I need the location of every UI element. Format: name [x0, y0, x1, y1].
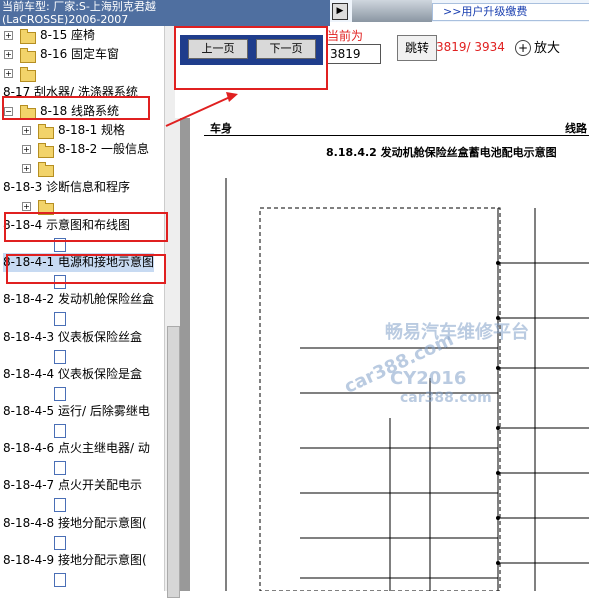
tree-item-label: 8-18-4-2 发动机舱保险丝盒 — [3, 292, 154, 307]
scrollbar-thumb[interactable] — [167, 326, 180, 598]
tree-item[interactable]: 8-18-4-9 接地分配示意图( — [0, 551, 168, 570]
expand-toggle-icon[interactable]: + — [4, 50, 13, 59]
annotation-box-nav — [174, 26, 328, 90]
upgrade-link[interactable]: >>用户升级缴费 — [432, 3, 589, 21]
tree-item[interactable] — [0, 384, 168, 403]
wiring-diagram — [225, 178, 589, 591]
folder-icon — [20, 48, 36, 63]
zoom-plus-icon: + — [515, 40, 531, 56]
document-icon — [54, 386, 66, 401]
annotation-box-tree-3 — [6, 254, 166, 284]
expand-toggle-icon[interactable]: + — [4, 31, 13, 40]
expand-toggle-icon[interactable]: + — [22, 202, 31, 211]
tree-item[interactable]: 8-18-3 诊断信息和程序 — [0, 178, 168, 197]
document-icon — [54, 424, 66, 438]
document-icon — [54, 461, 66, 476]
expand-toggle-icon[interactable]: + — [22, 126, 31, 135]
expand-arrow-button[interactable]: ▶ — [332, 3, 348, 20]
tree-item[interactable] — [0, 458, 168, 477]
expand-toggle-icon[interactable]: + — [4, 69, 13, 78]
vehicle-line-1: 当前车型: 厂家:S-上海别克君越 — [2, 0, 156, 13]
tree-item-label: 8-18-3 诊断信息和程序 — [3, 180, 131, 194]
tree-item[interactable]: +8-18-2 一般信息 — [0, 140, 168, 159]
banner-image — [352, 0, 432, 22]
tree-item-label: 8-18-4-3 仪表板保险丝盒 — [3, 329, 142, 344]
annotation-box-tree-1 — [2, 96, 150, 120]
tree-item[interactable]: 8-18-4-4 仪表板保险是盒 — [0, 365, 168, 384]
tree-item-label: 8-18-1 规格 — [58, 123, 126, 137]
jump-button[interactable]: 跳转 — [397, 35, 437, 61]
tree-item[interactable]: +8-15 座椅 — [0, 26, 168, 45]
zoom-label: 放大 — [534, 41, 561, 56]
folder-icon — [20, 29, 36, 44]
folder-icon — [38, 162, 54, 177]
annotation-box-tree-2 — [4, 212, 168, 242]
tree-item[interactable]: + — [0, 159, 168, 178]
tree-item[interactable]: +8-16 固定车窗 — [0, 45, 168, 64]
tree-item-label: 8-18-4-6 点火主继电器/ 动 — [3, 441, 150, 456]
document-view[interactable]: 车身 线路 8.18.4.2 发动机舱保险丝盒蓄电池配电示意图 畅易汽车维修平台… — [190, 118, 589, 591]
tree-item[interactable]: 8-18-4-3 仪表板保险丝盒 — [0, 328, 168, 347]
tree-item[interactable] — [0, 309, 168, 328]
document-icon — [54, 349, 66, 364]
tree-item[interactable]: + — [0, 64, 168, 83]
folder-icon — [38, 124, 54, 139]
page-count: 3819/ 3934 — [436, 40, 505, 54]
tree-item[interactable]: 8-18-4-7 点火开关配电示 — [0, 476, 168, 495]
tree-item[interactable]: 8-18-4-8 接地分配示意图( — [0, 514, 168, 533]
expand-toggle-icon[interactable]: + — [22, 164, 31, 173]
tree-item-label: 8-16 固定车窗 — [40, 47, 120, 61]
watermark-4: car388.com — [400, 390, 492, 406]
expand-toggle-icon[interactable]: + — [22, 145, 31, 154]
tree-item[interactable] — [0, 533, 168, 552]
tree-item-label: 8-18-4-7 点火开关配电示 — [3, 478, 142, 493]
current-vehicle-bar: 当前车型: 厂家:S-上海别克君越 (LaCROSSE)2006-2007 — [0, 0, 330, 26]
document-icon — [54, 572, 66, 587]
tree-item[interactable]: 8-18-4-2 发动机舱保险丝盒 — [0, 290, 168, 309]
tree-item-label: 8-18-4-4 仪表板保险是盒 — [3, 366, 142, 381]
tree-item-label: 8-18-2 一般信息 — [58, 142, 150, 156]
tree-item[interactable] — [0, 421, 168, 440]
tree-item[interactable]: +8-18-1 规格 — [0, 121, 168, 140]
folder-icon — [38, 143, 54, 158]
zoom-in-button[interactable]: + 放大 — [515, 37, 560, 56]
watermark-1: 畅易汽车维修平台 — [385, 322, 529, 343]
vehicle-line-2: (LaCROSSE)2006-2007 — [2, 13, 129, 26]
folder-icon — [20, 67, 36, 82]
tree-item[interactable]: 8-18-4-5 运行/ 后除雾继电 — [0, 402, 168, 421]
tree-item-label: 8-18-4-8 接地分配示意图( — [3, 515, 147, 530]
current-page-label: 当前为 — [327, 29, 364, 43]
document-icon — [54, 498, 66, 513]
tree-item-label: 8-15 座椅 — [40, 28, 96, 42]
tree-item-label: 8-18-4-5 运行/ 后除雾继电 — [3, 404, 150, 418]
tree-item[interactable] — [0, 495, 168, 514]
tree-item[interactable] — [0, 347, 168, 366]
document-icon — [54, 312, 66, 327]
page-number-input[interactable] — [327, 44, 381, 64]
tree-item-label: 8-18-4-9 接地分配示意图( — [3, 552, 147, 567]
tree-item[interactable] — [0, 570, 168, 589]
tree-item[interactable]: 8-18-4-6 点火主继电器/ 动 — [0, 439, 168, 458]
watermark-3: CY2016 — [390, 368, 467, 389]
document-icon — [54, 535, 66, 550]
top-banner: ▶ >>用户升级缴费 — [330, 0, 589, 22]
